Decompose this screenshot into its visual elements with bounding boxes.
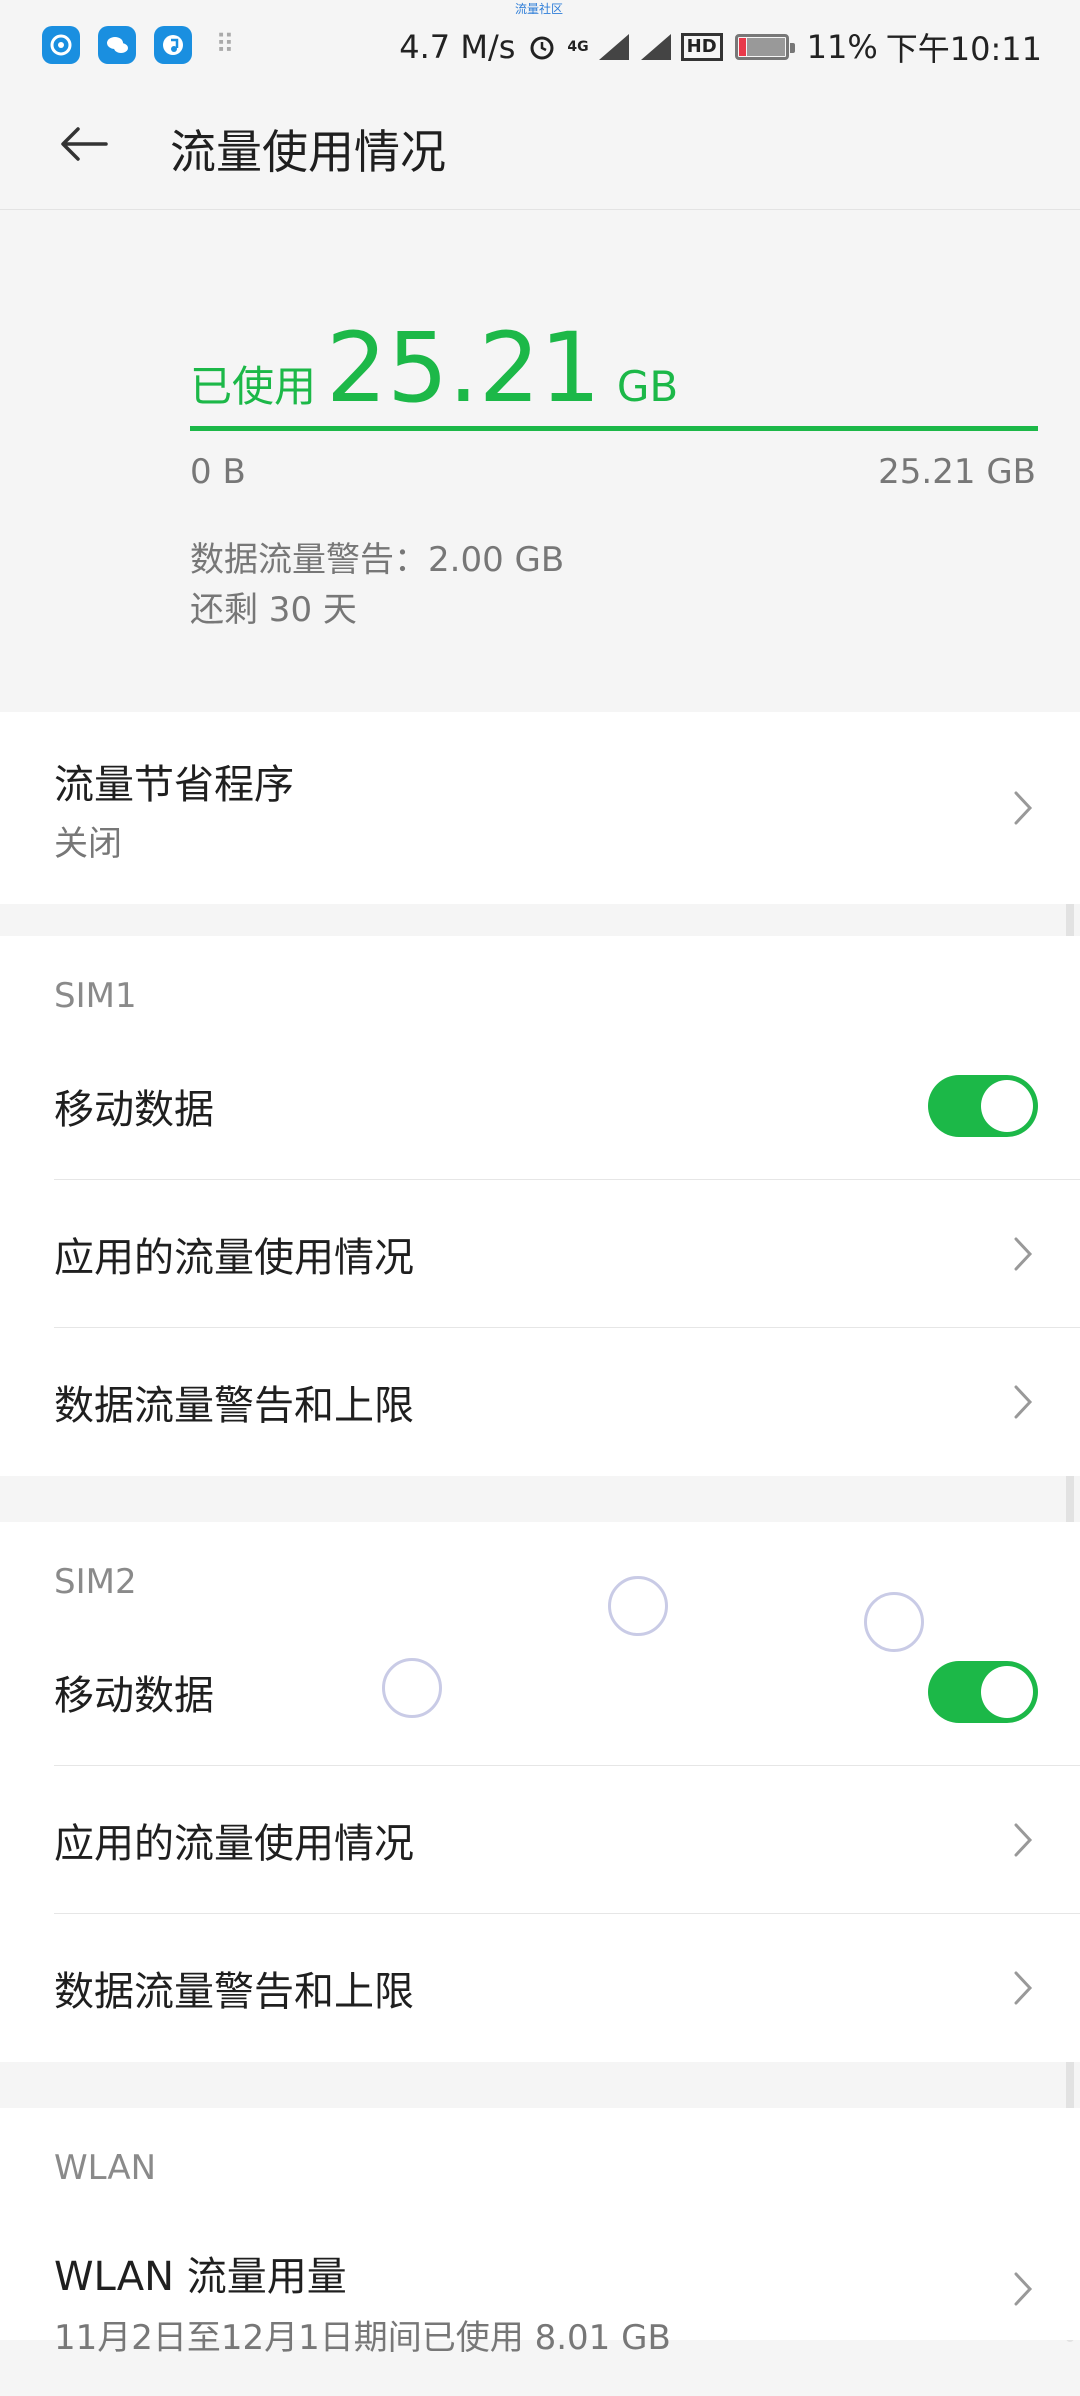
- status-banner: 流量社区: [515, 2, 564, 16]
- alarm-icon: [530, 36, 554, 60]
- back-arrow-icon[interactable]: [54, 114, 114, 174]
- sim2-mobile-data-label: 移动数据: [54, 1673, 214, 1719]
- app-bar: 流量使用情况: [0, 90, 1080, 210]
- keypad-icon: ⠿: [215, 30, 235, 60]
- page-title: 流量使用情况: [170, 125, 446, 179]
- chevron-right-icon: [1014, 2272, 1033, 2306]
- wlan-usage-row[interactable]: WLAN 流量用量 11月2日至12月1日期间已使用 8.01 GB: [0, 2204, 1080, 2396]
- wlan-usage-label: WLAN 流量用量: [54, 2254, 347, 2300]
- battery-percent: 11%: [806, 28, 878, 66]
- status-indicators: 4.7 M/s 4G HD 11% 下午10:11: [399, 24, 1042, 70]
- wlan-card: WLAN WLAN 流量用量 11月2日至12月1日期间已使用 8.01 GB: [0, 2108, 1080, 2358]
- data-saver-status: 关闭: [54, 824, 122, 864]
- touch-indicator: [864, 1592, 924, 1652]
- notification-icons: ⠿: [42, 26, 240, 64]
- usage-progress-bar: [190, 426, 1038, 431]
- netease-music-icon: [42, 26, 80, 64]
- sim1-warning-limit-label: 数据流量警告和上限: [54, 1383, 414, 1429]
- wlan-caption: WLAN: [54, 2148, 157, 2188]
- sim1-mobile-data-toggle[interactable]: [928, 1075, 1038, 1137]
- usage-summary: 已使用 25.21 GB 0 B 25.21 GB 数据流量警告：2.00 GB…: [0, 212, 1080, 712]
- sim2-caption: SIM2: [54, 1562, 137, 1602]
- chevron-right-icon: [1014, 1823, 1033, 1857]
- wlan-header: WLAN: [0, 2108, 1080, 2204]
- sim1-caption: SIM1: [54, 976, 137, 1016]
- data-saver-row[interactable]: 流量节省程序 关闭: [0, 712, 1080, 904]
- chevron-right-icon: [1014, 1971, 1033, 2005]
- sim1-mobile-data-label: 移动数据: [54, 1087, 214, 1133]
- signal-icon: [640, 34, 671, 60]
- sim2-mobile-data-toggle[interactable]: [928, 1661, 1038, 1723]
- used-unit: GB: [616, 362, 679, 411]
- chevron-right-icon: [1014, 791, 1033, 825]
- sim2-mobile-data-row: 移动数据: [0, 1618, 1080, 1766]
- clock: 下午10:11: [885, 30, 1042, 68]
- sim2-warning-limit-row[interactable]: 数据流量警告和上限: [0, 1914, 1080, 2062]
- sim1-warning-limit-row[interactable]: 数据流量警告和上限: [0, 1328, 1080, 1476]
- sim2-app-usage-label: 应用的流量使用情况: [54, 1821, 414, 1867]
- data-saver-card: 流量节省程序 关闭: [0, 712, 1080, 904]
- hd-voice-badge: HD: [680, 33, 723, 61]
- network-speed: 4.7 M/s: [399, 28, 516, 66]
- signal-icon: [598, 34, 629, 60]
- touch-indicator: [608, 1576, 668, 1636]
- network-type: 4G: [567, 39, 589, 55]
- used-amount: 已使用 25.21 GB: [190, 312, 678, 424]
- sim1-app-usage-label: 应用的流量使用情况: [54, 1235, 414, 1281]
- sim2-app-usage-row[interactable]: 应用的流量使用情况: [0, 1766, 1080, 1914]
- scale-min-label: 0 B: [190, 452, 246, 492]
- touch-indicator: [382, 1658, 442, 1718]
- sim1-header: SIM1: [0, 936, 1080, 1032]
- data-saver-title: 流量节省程序: [54, 762, 294, 808]
- chevron-right-icon: [1014, 1385, 1033, 1419]
- sim1-app-usage-row[interactable]: 应用的流量使用情况: [0, 1180, 1080, 1328]
- scale-max-label: 25.21 GB: [878, 452, 1036, 492]
- used-label: 已使用: [190, 362, 317, 411]
- battery-icon: [734, 34, 795, 60]
- music-app-icon: [154, 26, 192, 64]
- days-remaining-text: 还剩 30 天: [190, 590, 357, 630]
- sim2-warning-limit-label: 数据流量警告和上限: [54, 1969, 414, 2015]
- sim1-mobile-data-row: 移动数据: [0, 1032, 1080, 1180]
- sim1-card: SIM1 移动数据 应用的流量使用情况 数据流量警告和上限: [0, 936, 1080, 1476]
- wlan-usage-sub: 11月2日至12月1日期间已使用 8.01 GB: [54, 2318, 671, 2358]
- status-bar: 流量社区 ⠿ 4.7 M/s 4G HD 11% 下午10:11: [0, 0, 1080, 90]
- chevron-right-icon: [1014, 1237, 1033, 1271]
- warning-text: 数据流量警告：2.00 GB: [190, 540, 565, 580]
- used-value: 25.21: [326, 312, 601, 424]
- wechat-icon: [98, 26, 136, 64]
